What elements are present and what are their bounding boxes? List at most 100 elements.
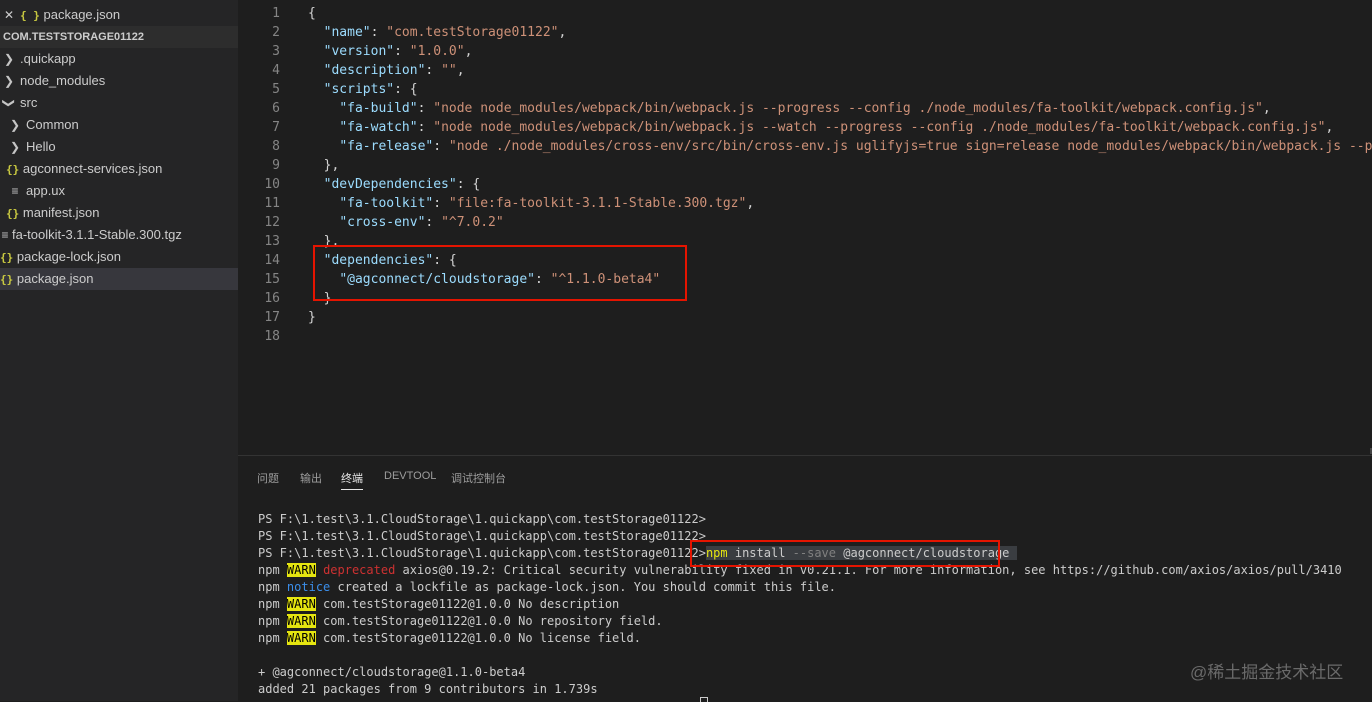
added-summary: added 21 packages from 9 contributors in… [258,682,598,696]
code-token-indent [308,25,324,40]
tab-debug-console[interactable]: 调试控制台 [451,470,506,486]
code-editor[interactable]: 1{2 "name": "com.testStorage01122", 3 "ve… [238,0,1372,455]
chevron-right-icon: ❯ [3,74,15,88]
tree-item-common[interactable]: ❯ Common [0,114,246,136]
warn-badge: WARN [286,597,316,611]
chevron-right-icon: ❯ [3,52,15,66]
deprecated-label: deprecated [323,563,396,577]
tree-item-fa-toolkit-tgz[interactable]: ≡ fa-toolkit-3.1.1-Stable.300.tgz [0,224,238,246]
notice-message: created a lockfile as package-lock.json.… [330,580,837,594]
tree-item-label: Hello [26,139,56,154]
terminal-line: npm WARN com.testStorage01122@1.0.0 No d… [258,596,1342,613]
code-token-indent [308,139,339,154]
terminal-line: npm WARN com.testStorage01122@1.0.0 No r… [258,613,1342,630]
code-token-sep: : [433,139,449,154]
dependencies-highlight-box [313,245,687,301]
code-token-tail: { [409,82,418,97]
tab-devtool[interactable]: DEVTOOL [384,470,436,482]
code-line[interactable]: 2 "name": "com.testStorage01122", [238,23,1372,42]
chevron-down-icon: ❯ [2,97,16,109]
prompt-text: PS F:\1.test\3.1.CloudStorage\1.quickapp… [258,529,706,543]
tree-item-src[interactable]: ❯ src [0,92,240,114]
open-editor-item[interactable]: ✕ { } package.json [0,4,238,26]
code-token-indent [308,177,324,192]
tree-item-manifest[interactable]: {} manifest.json [0,202,244,224]
code-token-tail: { [308,6,316,21]
terminal-cursor [700,697,708,702]
tree-item-label: src [20,95,38,110]
open-editor-label: package.json [43,7,121,22]
line-number: 14 [264,253,280,268]
line-number: 2 [272,25,280,40]
code-token-sep: : [456,177,473,192]
project-title[interactable]: COM.TESTSTORAGE01122 [0,26,238,48]
tree-item-app-ux[interactable]: ≡ app.ux [0,180,246,202]
code-line[interactable]: 5 "scripts": { [238,80,1372,99]
tree-item-package-lock[interactable]: {} package-lock.json [0,246,238,268]
code-token-key: "fa-watch" [339,120,418,135]
line-number: 11 [264,196,280,211]
tree-item-quickapp[interactable]: ❯ .quickapp [0,48,240,70]
watermark: @稀土掘金技术社区 [1190,663,1344,682]
code-token-sep: : [370,25,387,40]
code-token-val: "1.0.0" [409,44,465,59]
tab-terminal[interactable]: 终端 [341,470,363,490]
code-line[interactable]: 1{ [238,4,1372,23]
code-line[interactable]: 11 "fa-toolkit": "file:fa-toolkit-3.1.1-… [238,194,1372,213]
code-token-key: "scripts" [323,82,395,97]
npm-label: npm [258,631,280,645]
code-line[interactable]: 8 "fa-release": "node ./node_modules/cro… [238,137,1372,156]
code-token-key: "devDependencies" [323,177,457,192]
code-token-key: "fa-release" [339,139,434,154]
tree-item-label: node_modules [20,73,106,88]
json-file-icon: {} [0,251,14,264]
warn-badge: WARN [286,631,316,645]
json-file-icon: {} [6,207,20,220]
terminal-line: added 21 packages from 9 contributors in… [258,681,1342,698]
code-token-tail: , [1325,120,1334,135]
panel-tabs: 问题 输出 终端 DEVTOOL 调试控制台 [238,456,1372,496]
code-line[interactable]: 12 "cross-env": "^7.0.2" [238,213,1372,232]
code-token-key: "cross-env" [339,215,426,230]
code-token-indent [308,63,324,78]
code-line[interactable]: 3 "version": "1.0.0", [238,42,1372,61]
tree-item-agconnect-services[interactable]: {} agconnect-services.json [0,158,244,180]
code-line[interactable]: 9 }, [238,156,1372,175]
tree-item-label: fa-toolkit-3.1.1-Stable.300.tgz [12,227,182,242]
line-number: 16 [264,291,280,306]
prompt-text: PS F:\1.test\3.1.CloudStorage\1.quickapp… [258,546,706,560]
code-token-val: "" [441,63,457,78]
tree-item-node-modules[interactable]: ❯ node_modules [0,70,240,92]
json-file-icon: { } [20,9,40,22]
line-number: 7 [272,120,280,135]
line-number: 1 [272,6,280,21]
code-line[interactable]: 7 "fa-watch": "node node_modules/webpack… [238,118,1372,137]
tab-problems[interactable]: 问题 [257,470,279,486]
line-number: 18 [264,329,280,344]
tree-item-package-json[interactable]: {} package.json [0,268,238,290]
code-token-tail: , [558,25,567,40]
code-token-key: "version" [323,44,395,59]
tab-output[interactable]: 输出 [300,470,322,486]
notice-label: notice [286,580,331,594]
code-token-indent [308,215,339,230]
code-line[interactable]: 18 [238,327,1372,346]
code-line[interactable]: 6 "fa-build": "node node_modules/webpack… [238,99,1372,118]
code-token-sep: : [425,215,442,230]
code-token-val: "^7.0.2" [441,215,504,230]
warn-message: com.testStorage01122@1.0.0 No license fi… [315,631,641,645]
code-token-sep: : [394,44,410,59]
command-highlight-box [690,540,1000,567]
close-icon[interactable]: ✕ [2,4,16,26]
code-line[interactable]: 17} [238,308,1372,327]
chevron-right-icon: ❯ [9,118,21,132]
chevron-right-icon: ❯ [9,140,21,154]
npm-label: npm [258,580,280,594]
line-number: 10 [264,177,280,192]
code-line[interactable]: 10 "devDependencies": { [238,175,1372,194]
warn-message: com.testStorage01122@1.0.0 No repository… [315,614,663,628]
code-line[interactable]: 4 "description": "", [238,61,1372,80]
tree-item-hello[interactable]: ❯ Hello [0,136,246,158]
line-number: 6 [272,101,280,116]
